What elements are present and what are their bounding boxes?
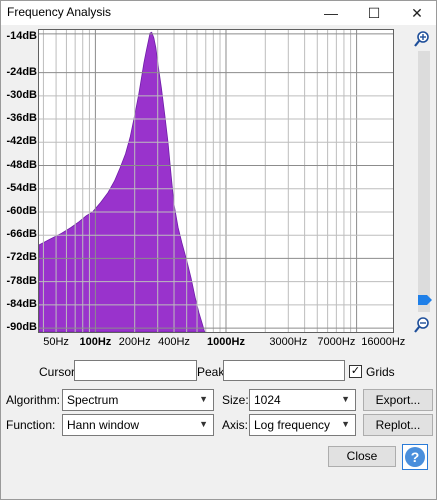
db-tick-label: -60dB — [6, 204, 37, 217]
export-button[interactable]: Export... — [363, 389, 433, 411]
close-window-button[interactable]: ✕ — [397, 1, 437, 25]
db-tick-label: -30dB — [6, 88, 37, 101]
frequency-tick-label: 200Hz — [118, 336, 151, 348]
axis-dropdown[interactable]: Log frequency ▼ — [249, 414, 356, 436]
frequency-tick-label: 1000Hz — [207, 336, 245, 348]
size-value: 1024 — [254, 393, 281, 407]
axis-label: Axis: — [222, 418, 249, 432]
zoom-slider-track[interactable] — [418, 51, 430, 312]
frequency-tick-label: 100Hz — [79, 336, 112, 348]
db-tick-label: -72dB — [6, 251, 37, 264]
frequency-tick-label: 400Hz — [158, 336, 190, 348]
maximize-button[interactable]: ☐ — [354, 1, 394, 25]
chevron-down-icon: ▼ — [199, 394, 208, 404]
db-tick-label: -90dB — [6, 321, 37, 333]
db-axis: -14dB -24dB -30dB -36dB -42dB -48dB -54dB -60dB… — [1, 29, 38, 333]
window-title: Frequency Analysis — [7, 5, 112, 19]
frequency-tick-label: 50Hz — [43, 336, 69, 348]
function-dropdown[interactable]: Hann window ▼ — [62, 414, 214, 436]
frequency-tick-label: 16000Hz — [361, 336, 406, 348]
zoom-in-icon[interactable] — [414, 31, 429, 47]
db-tick-label: -84dB — [6, 297, 37, 310]
function-label: Function: — [6, 418, 56, 432]
vertical-zoom-bar — [413, 29, 435, 334]
db-tick-label: -54dB — [6, 181, 37, 194]
chevron-down-icon: ▼ — [199, 419, 208, 429]
help-button[interactable]: ? — [402, 444, 428, 470]
db-tick-label: -42dB — [6, 135, 37, 148]
frequency-tick-label: 7000Hz — [317, 336, 356, 348]
algorithm-value: Spectrum — [67, 393, 119, 407]
db-tick-label: -78dB — [6, 274, 37, 287]
db-tick-label: -36dB — [6, 112, 37, 125]
zoom-controls — [414, 31, 432, 333]
db-tick-label: -24dB — [6, 65, 37, 78]
zoom-out-icon[interactable] — [414, 317, 429, 333]
frequency-tick-label: 3000Hz — [269, 336, 308, 348]
db-tick-label: -14dB — [6, 30, 37, 42]
help-icon: ? — [405, 447, 425, 467]
grids-label: Grids — [366, 365, 395, 379]
grids-checkbox[interactable]: ✓ — [349, 365, 362, 378]
spectrum-plot[interactable] — [38, 29, 394, 337]
replot-button[interactable]: Replot... — [363, 414, 433, 436]
chevron-down-icon: ▼ — [341, 394, 350, 404]
db-tick-label: -66dB — [6, 228, 37, 241]
minimize-button[interactable]: — — [311, 1, 351, 25]
size-label: Size: — [222, 393, 249, 407]
function-value: Hann window — [67, 418, 140, 432]
db-tick-label: -48dB — [6, 158, 37, 171]
close-button[interactable]: Close — [328, 446, 396, 467]
algorithm-dropdown[interactable]: Spectrum ▼ — [62, 389, 214, 411]
spectrum-chart — [38, 30, 393, 337]
cursor-field[interactable] — [74, 360, 197, 381]
peak-field[interactable] — [223, 360, 345, 381]
cursor-label: Cursor: — [39, 365, 79, 379]
chevron-down-icon: ▼ — [341, 419, 350, 429]
frequency-axis: 50Hz 100Hz 200Hz 400Hz 1000Hz 3000Hz 7000Hz 160… — [1, 334, 437, 352]
algorithm-label: Algorithm: — [6, 393, 61, 407]
axis-value: Log frequency — [254, 418, 331, 432]
spectrum-area — [38, 31, 207, 337]
title-bar: Frequency Analysis — ☐ ✕ — [1, 1, 436, 25]
size-dropdown[interactable]: 1024 ▼ — [249, 389, 356, 411]
